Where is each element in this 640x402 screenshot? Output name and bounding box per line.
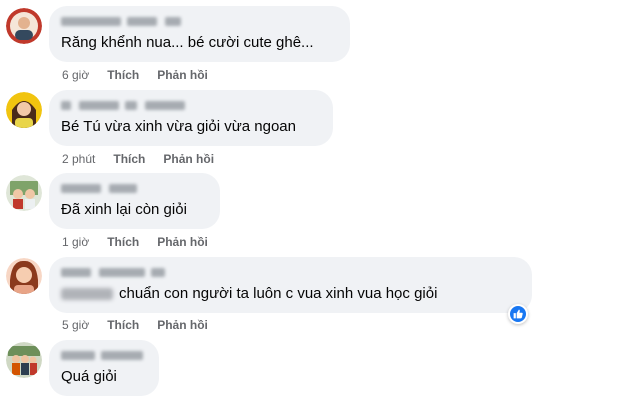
comment-bubble: Quá giỏi bbox=[49, 340, 159, 396]
comment-bubble: chuẩn con người ta luôn c vua xinh vua h… bbox=[49, 257, 532, 313]
commenter-avatar[interactable] bbox=[6, 342, 42, 378]
like-button[interactable]: Thích bbox=[113, 152, 145, 166]
comment-bubble: Đã xinh lại còn giỏi bbox=[49, 173, 220, 229]
reply-button[interactable]: Phản hồi bbox=[157, 318, 208, 332]
comment-text-content: chuẩn con người ta luôn c vua xinh vua h… bbox=[119, 285, 438, 302]
comment-author-name-redacted[interactable] bbox=[61, 99, 321, 113]
comment-text: Bé Tú vừa xinh vừa giỏi vừa ngoan bbox=[61, 118, 296, 135]
comment-time[interactable]: 6 giờ bbox=[62, 68, 89, 82]
like-button[interactable]: Thích bbox=[107, 235, 139, 249]
reply-button[interactable]: Phản hồi bbox=[157, 68, 208, 82]
comment-text: Răng khểnh nua... bé cười cute ghê... bbox=[61, 34, 314, 51]
comment-bubble: Bé Tú vừa xinh vừa giỏi vừa ngoan bbox=[49, 90, 333, 146]
commenter-avatar[interactable] bbox=[6, 175, 42, 211]
comment-author-name-redacted[interactable] bbox=[61, 182, 208, 196]
like-button[interactable]: Thích bbox=[107, 318, 139, 332]
comment-text: chuẩn con người ta luôn c vua xinh vua h… bbox=[61, 284, 520, 304]
comment-actions: 6 giờ Thích Phản hồi bbox=[62, 67, 226, 83]
comment-bubble: Răng khểnh nua... bé cười cute ghê... bbox=[49, 6, 350, 62]
comment-time[interactable]: 2 phút bbox=[62, 152, 95, 166]
comment-text: Đã xinh lại còn giỏi bbox=[61, 201, 187, 218]
reply-button[interactable]: Phản hồi bbox=[163, 152, 214, 166]
comment-author-name-redacted[interactable] bbox=[61, 15, 338, 29]
commenter-avatar[interactable] bbox=[6, 92, 42, 128]
reply-button[interactable]: Phản hồi bbox=[157, 235, 208, 249]
comment-author-name-redacted[interactable] bbox=[61, 266, 520, 280]
comment-time[interactable]: 1 giờ bbox=[62, 235, 89, 249]
comment-text: Quá giỏi bbox=[61, 368, 117, 385]
comment-author-name-redacted[interactable] bbox=[61, 349, 147, 363]
comment-time[interactable]: 5 giờ bbox=[62, 318, 89, 332]
redacted-mention bbox=[61, 288, 113, 301]
like-icon bbox=[513, 309, 523, 319]
comment-actions: 1 giờ Thích Phản hồi bbox=[62, 234, 226, 250]
commenter-avatar[interactable] bbox=[6, 258, 42, 294]
comment-actions: 5 giờ Thích Phản hồi bbox=[62, 317, 226, 333]
comment-actions: 2 phút Thích Phản hồi bbox=[62, 151, 232, 167]
like-button[interactable]: Thích bbox=[107, 68, 139, 82]
reaction-badge[interactable] bbox=[508, 304, 528, 324]
commenter-avatar[interactable] bbox=[6, 8, 42, 44]
